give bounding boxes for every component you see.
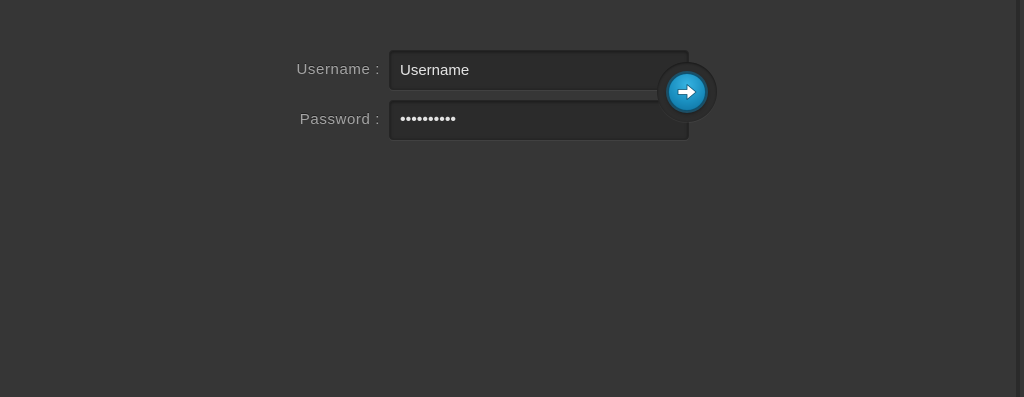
arrow-right-icon: [677, 84, 697, 100]
login-submit-button[interactable]: [668, 73, 706, 111]
password-row: Password :: [280, 100, 690, 140]
password-input[interactable]: [389, 100, 689, 140]
submit-button-ring: [657, 62, 717, 122]
username-label: Username :: [296, 61, 380, 78]
password-label: Password :: [299, 111, 380, 128]
scrollbar-edge: [1016, 0, 1020, 397]
username-input[interactable]: [389, 50, 689, 90]
username-row: Username :: [280, 50, 690, 90]
login-form: Username : Password :: [280, 50, 720, 142]
login-page: Username : Password :: [0, 0, 1020, 397]
